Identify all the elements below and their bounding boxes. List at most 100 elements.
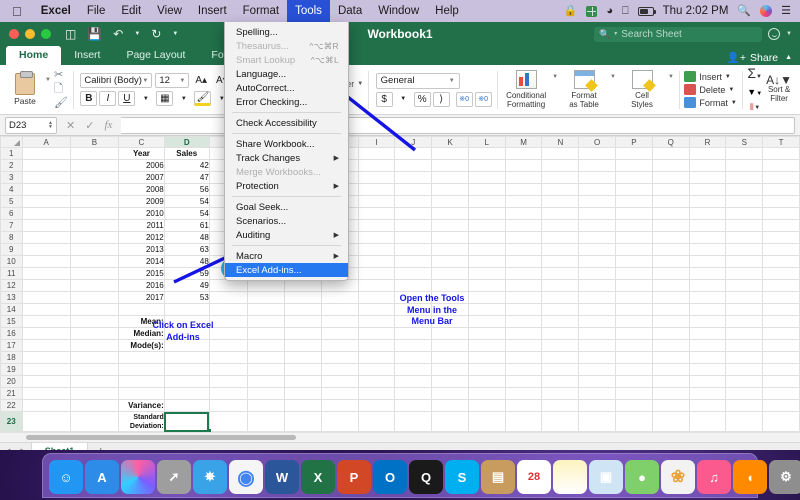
- cell-Q17[interactable]: [652, 340, 689, 352]
- chevron-up-icon[interactable]: ▲: [785, 54, 792, 61]
- select-all-corner[interactable]: [1, 137, 23, 148]
- cell-S1[interactable]: [726, 148, 763, 160]
- cell-J16[interactable]: [395, 328, 432, 340]
- cell-P3[interactable]: [616, 172, 653, 184]
- cell-I19[interactable]: [358, 364, 395, 376]
- cell-C9[interactable]: 2013: [119, 244, 165, 256]
- menu-bar-item-help[interactable]: Help: [427, 0, 467, 22]
- cell-G16[interactable]: [285, 328, 322, 340]
- table-row[interactable]: 22Variance:: [1, 400, 800, 412]
- cell-H23[interactable]: [322, 412, 359, 432]
- borders-dropdown-icon[interactable]: ▼: [175, 91, 192, 106]
- tools-menu-item-scenarios[interactable]: Scenarios...: [225, 214, 348, 228]
- cell-B23[interactable]: [70, 412, 118, 432]
- cell-T8[interactable]: [763, 232, 800, 244]
- cell-M10[interactable]: [505, 256, 542, 268]
- cell-R18[interactable]: [689, 352, 726, 364]
- cell-G23[interactable]: [285, 412, 322, 432]
- cell-T20[interactable]: [763, 376, 800, 388]
- cell-T23[interactable]: [763, 412, 800, 432]
- cell-A9[interactable]: [22, 244, 70, 256]
- cell-M11[interactable]: [505, 268, 542, 280]
- percent-format-button[interactable]: %: [414, 92, 431, 107]
- cell-J3[interactable]: [395, 172, 432, 184]
- number-format-select[interactable]: General ▼: [376, 73, 460, 89]
- tools-menu-item-check-accessibility[interactable]: Check Accessibility: [225, 116, 348, 130]
- cell-L11[interactable]: [468, 268, 505, 280]
- cell-P19[interactable]: [616, 364, 653, 376]
- cell-D8[interactable]: 48: [164, 232, 209, 244]
- cell-P21[interactable]: [616, 388, 653, 400]
- cell-T14[interactable]: [763, 304, 800, 316]
- cell-P20[interactable]: [616, 376, 653, 388]
- cell-O9[interactable]: [579, 244, 616, 256]
- cell-I10[interactable]: [358, 256, 395, 268]
- row-header-1[interactable]: 1: [1, 148, 23, 160]
- cell-K12[interactable]: [432, 280, 469, 292]
- cell-H19[interactable]: [322, 364, 359, 376]
- cell-M1[interactable]: [505, 148, 542, 160]
- cell-B2[interactable]: [70, 160, 118, 172]
- cell-I1[interactable]: [358, 148, 395, 160]
- cell-I12[interactable]: [358, 280, 395, 292]
- format-as-table-button[interactable]: Format as Table: [560, 70, 608, 109]
- cell-R23[interactable]: [689, 412, 726, 432]
- cell-E21[interactable]: [209, 388, 248, 400]
- cell-K7[interactable]: [432, 220, 469, 232]
- cell-I6[interactable]: [358, 208, 395, 220]
- cell-B22[interactable]: [70, 400, 118, 412]
- cell-C21[interactable]: [119, 388, 165, 400]
- cell-S16[interactable]: [726, 328, 763, 340]
- cell-K22[interactable]: [432, 400, 469, 412]
- cell-I2[interactable]: [358, 160, 395, 172]
- horizontal-scrollbar[interactable]: [0, 432, 800, 442]
- cell-S12[interactable]: [726, 280, 763, 292]
- cell-N9[interactable]: [542, 244, 579, 256]
- cell-Q13[interactable]: [652, 292, 689, 304]
- cell-M20[interactable]: [505, 376, 542, 388]
- share-button[interactable]: 👤+ Share ▲: [727, 51, 800, 65]
- cell-O13[interactable]: [579, 292, 616, 304]
- cell-A18[interactable]: [22, 352, 70, 364]
- cell-I5[interactable]: [358, 196, 395, 208]
- cell-K21[interactable]: [432, 388, 469, 400]
- dock-icon-word[interactable]: W: [265, 460, 299, 494]
- cell-H13[interactable]: [322, 292, 359, 304]
- currency-dropdown-icon[interactable]: ▼: [395, 92, 412, 107]
- cell-O2[interactable]: [579, 160, 616, 172]
- cell-Q15[interactable]: [652, 316, 689, 328]
- cell-N6[interactable]: [542, 208, 579, 220]
- cell-N15[interactable]: [542, 316, 579, 328]
- table-row[interactable]: 5200954: [1, 196, 800, 208]
- cell-N7[interactable]: [542, 220, 579, 232]
- cell-N5[interactable]: [542, 196, 579, 208]
- cell-G20[interactable]: [285, 376, 322, 388]
- tools-menu-item-track-changes[interactable]: Track Changes▶: [225, 151, 348, 165]
- cell-K18[interactable]: [432, 352, 469, 364]
- dock-icon-messages[interactable]: ●: [625, 460, 659, 494]
- cell-J21[interactable]: [395, 388, 432, 400]
- cell-G13[interactable]: [285, 292, 322, 304]
- cell-I7[interactable]: [358, 220, 395, 232]
- cell-D11[interactable]: 59: [164, 268, 209, 280]
- cell-B9[interactable]: [70, 244, 118, 256]
- cell-H22[interactable]: [322, 400, 359, 412]
- cell-D9[interactable]: 63: [164, 244, 209, 256]
- cell-S6[interactable]: [726, 208, 763, 220]
- cell-D18[interactable]: [164, 352, 209, 364]
- cell-B10[interactable]: [70, 256, 118, 268]
- row-header-14[interactable]: 14: [1, 304, 23, 316]
- wifi-icon[interactable]: ◕: [606, 6, 613, 17]
- dock-icon-powerpoint[interactable]: P: [337, 460, 371, 494]
- cell-R1[interactable]: [689, 148, 726, 160]
- cell-D7[interactable]: 61: [164, 220, 209, 232]
- cell-T3[interactable]: [763, 172, 800, 184]
- cell-A19[interactable]: [22, 364, 70, 376]
- cell-C18[interactable]: [119, 352, 165, 364]
- cell-F21[interactable]: [248, 388, 285, 400]
- cell-A3[interactable]: [22, 172, 70, 184]
- cell-R7[interactable]: [689, 220, 726, 232]
- undo-icon[interactable]: ↶: [113, 27, 123, 41]
- table-row[interactable]: 19: [1, 364, 800, 376]
- cell-O10[interactable]: [579, 256, 616, 268]
